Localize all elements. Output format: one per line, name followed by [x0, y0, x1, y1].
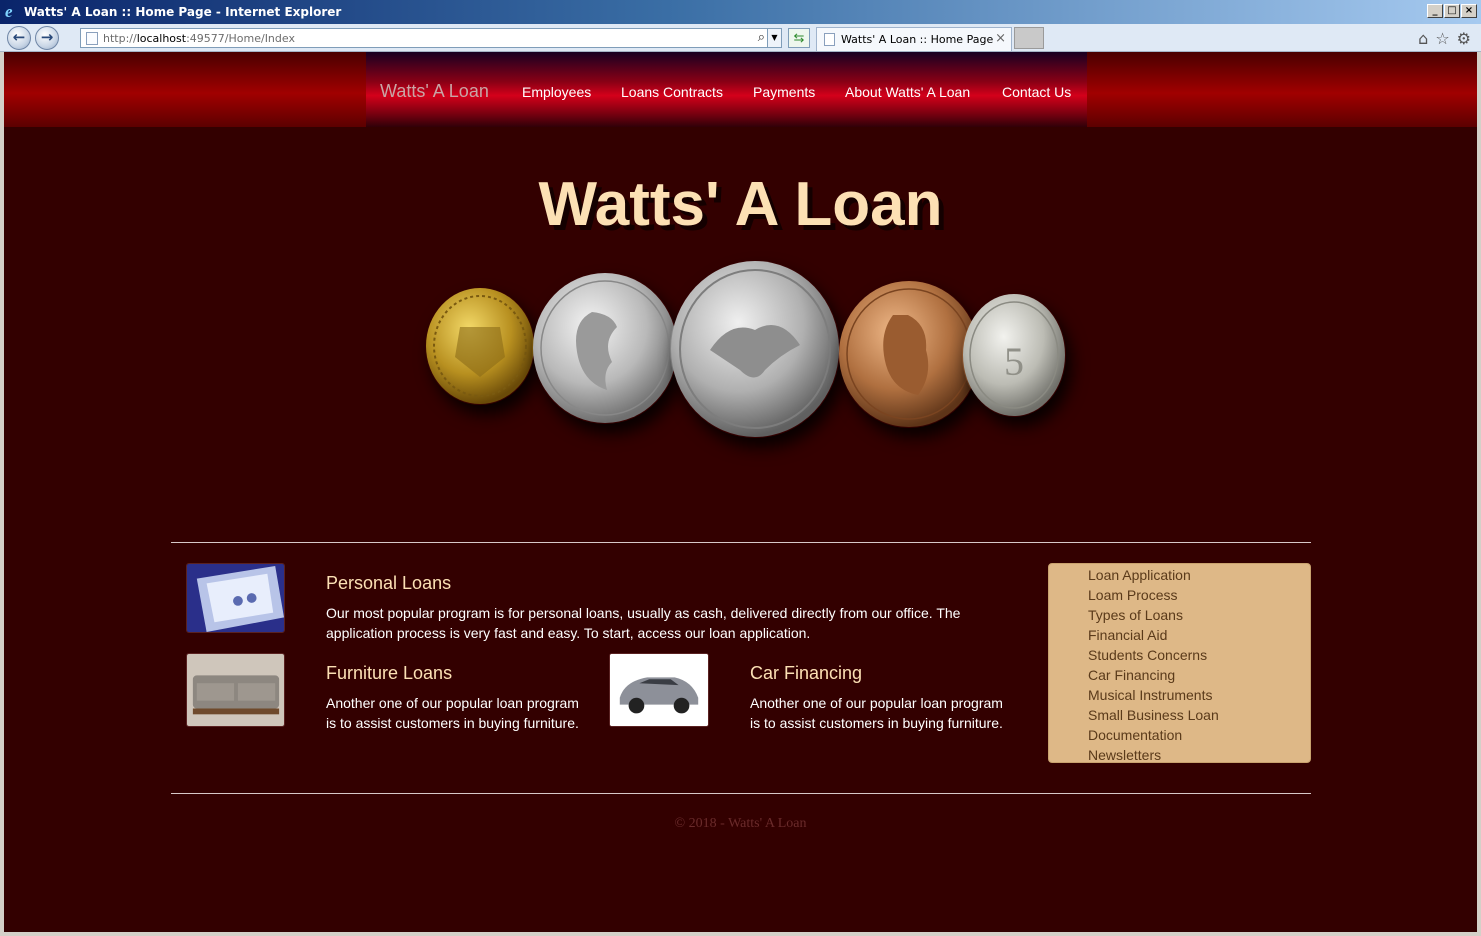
- browser-tools: ⌂ ☆ ⚙: [1418, 29, 1471, 48]
- refresh-button[interactable]: ⇆: [788, 28, 810, 48]
- browser-toolbar: ← → http://localhost:49577/Home/Index ⌕ …: [0, 24, 1481, 52]
- quarter-coin: [532, 272, 678, 424]
- nav-employees[interactable]: Employees: [522, 84, 591, 100]
- address-bar[interactable]: http://localhost:49577/Home/Index ⌕ ▼: [80, 28, 782, 48]
- sidebar-item-types-of-loans[interactable]: Types of Loans: [1088, 605, 1219, 625]
- url-host: localhost: [136, 32, 187, 45]
- minimize-button[interactable]: _: [1427, 4, 1443, 18]
- window-title: Watts' A Loan :: Home Page - Internet Ex…: [24, 5, 342, 19]
- page-icon: [824, 33, 835, 46]
- car-financing-title: Car Financing: [750, 663, 863, 683]
- nav-about[interactable]: About Watts' A Loan: [845, 84, 970, 100]
- favorites-star-icon[interactable]: ☆: [1435, 29, 1449, 48]
- bottom-divider: [171, 793, 1311, 794]
- nav-contact-us[interactable]: Contact Us: [1002, 84, 1071, 100]
- sidebar-item-loan-application[interactable]: Loan Application: [1088, 565, 1219, 585]
- window-frame-right: [1477, 52, 1481, 936]
- tab-home-page[interactable]: Watts' A Loan :: Home Page ×: [816, 27, 1012, 51]
- dollar-coin: [670, 260, 840, 438]
- search-icon[interactable]: ⌕: [758, 30, 765, 45]
- hero-title: Watts' A Loan: [538, 170, 943, 239]
- window-controls: _ □ ×: [1427, 4, 1477, 18]
- settings-gear-icon[interactable]: ⚙: [1457, 29, 1471, 48]
- web-page: Watts' A Loan Employees Loans Contracts …: [4, 52, 1477, 932]
- furniture-loans-title: Furniture Loans: [326, 663, 453, 683]
- sidebar-links: Loan Application Loam Process Types of L…: [1048, 563, 1311, 763]
- personal-loans-image: [186, 563, 285, 633]
- car-financing-text: Another one of our popular loan program …: [750, 695, 1003, 731]
- five-cent-coin: 5: [962, 293, 1066, 417]
- sidebar-item-loam-process[interactable]: Loam Process: [1088, 585, 1219, 605]
- nav-payments[interactable]: Payments: [753, 84, 815, 100]
- back-button[interactable]: ←: [7, 26, 31, 50]
- footer-copyright: © 2018 - Watts' A Loan: [674, 816, 807, 831]
- tab-title: Watts' A Loan :: Home Page: [841, 33, 994, 46]
- url-rest: :49577/Home/Index: [186, 32, 295, 45]
- sidebar-item-students-concerns[interactable]: Students Concerns: [1088, 645, 1219, 665]
- personal-loans-title: Personal Loans: [326, 573, 452, 593]
- internet-explorer-icon: e: [5, 2, 13, 21]
- coins-image: 5: [422, 260, 1067, 440]
- sidebar-item-small-business-loan[interactable]: Small Business Loan: [1088, 705, 1219, 725]
- gold-coin: [425, 287, 535, 405]
- url-prefix: http://: [103, 32, 137, 45]
- personal-loans-text: Our most popular program is for personal…: [326, 605, 961, 641]
- close-button[interactable]: ×: [1461, 4, 1477, 18]
- svg-text:5: 5: [1004, 339, 1024, 384]
- sidebar-item-financial-aid[interactable]: Financial Aid: [1088, 625, 1219, 645]
- bronze-coin: [838, 280, 980, 428]
- top-divider: [171, 542, 1311, 543]
- furniture-loans-image: [186, 653, 285, 727]
- sidebar-item-musical-instruments[interactable]: Musical Instruments: [1088, 685, 1219, 705]
- furniture-loans-text: Another one of our popular loan program …: [326, 695, 579, 731]
- sidebar-item-documentation[interactable]: Documentation: [1088, 725, 1219, 745]
- home-icon[interactable]: ⌂: [1418, 29, 1428, 48]
- page-icon: [86, 32, 98, 45]
- window-titlebar: e Watts' A Loan :: Home Page - Internet …: [0, 0, 1481, 24]
- close-tab-icon[interactable]: ×: [995, 31, 1006, 46]
- brand-link[interactable]: Watts' A Loan: [380, 81, 489, 102]
- sidebar-item-car-financing[interactable]: Car Financing: [1088, 665, 1219, 685]
- window-frame-bottom: [0, 932, 1481, 936]
- new-tab-button[interactable]: [1014, 27, 1044, 49]
- maximize-button[interactable]: □: [1444, 4, 1460, 18]
- car-financing-image: [609, 653, 709, 727]
- sidebar-item-newsletters[interactable]: Newsletters: [1088, 745, 1219, 765]
- chevron-down-icon[interactable]: ▼: [767, 29, 781, 47]
- forward-button[interactable]: →: [35, 26, 59, 50]
- nav-loans-contracts[interactable]: Loans Contracts: [621, 84, 723, 100]
